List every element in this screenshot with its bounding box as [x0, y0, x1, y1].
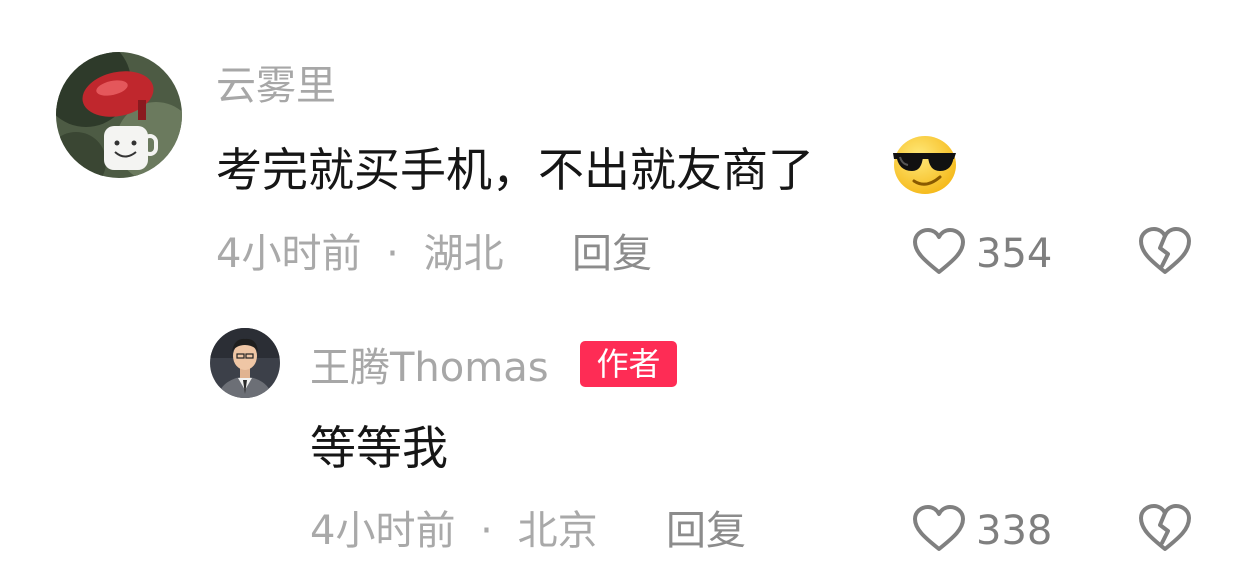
timestamp: 4小时前 — [216, 231, 362, 277]
broken-heart-icon[interactable] — [1138, 227, 1192, 282]
username[interactable]: 王腾Thomas — [310, 342, 549, 394]
comment-meta: 4小时前 · 北京 — [310, 505, 598, 557]
comment-item: 云雾里 考完就买手机，不出就友商了 4小时前 · 湖北 回复 354 — [0, 0, 1260, 300]
location: 湖北 — [423, 231, 504, 277]
separator: · — [480, 508, 493, 554]
like-count: 338 — [976, 508, 1053, 554]
broken-heart-icon[interactable] — [1138, 504, 1192, 559]
comment-text: 考完就买手机，不出就友商了 — [216, 143, 814, 197]
like-button[interactable]: 338 — [912, 503, 1052, 559]
avatar[interactable] — [56, 52, 182, 178]
comment-text: 等等我 — [310, 421, 448, 475]
reply-button[interactable]: 回复 — [666, 505, 746, 557]
heart-icon[interactable] — [912, 505, 966, 557]
author-badge: 作者 — [580, 341, 677, 387]
dislike-button[interactable] — [1138, 226, 1192, 282]
reply-item: 王腾Thomas 作者 等等我 4小时前 · 北京 回复 338 — [0, 300, 1260, 579]
comment-meta: 4小时前 · 湖北 — [216, 228, 504, 280]
like-button[interactable]: 354 — [912, 226, 1052, 282]
avatar[interactable] — [210, 328, 280, 398]
heart-icon[interactable] — [912, 228, 966, 280]
username[interactable]: 云雾里 — [216, 60, 336, 112]
dislike-button[interactable] — [1138, 503, 1192, 559]
timestamp: 4小时前 — [310, 508, 456, 554]
like-count: 354 — [976, 231, 1053, 277]
location: 北京 — [517, 508, 598, 554]
sunglasses-emoji-icon — [890, 135, 958, 195]
reply-button[interactable]: 回复 — [572, 228, 652, 280]
separator: · — [386, 231, 399, 277]
